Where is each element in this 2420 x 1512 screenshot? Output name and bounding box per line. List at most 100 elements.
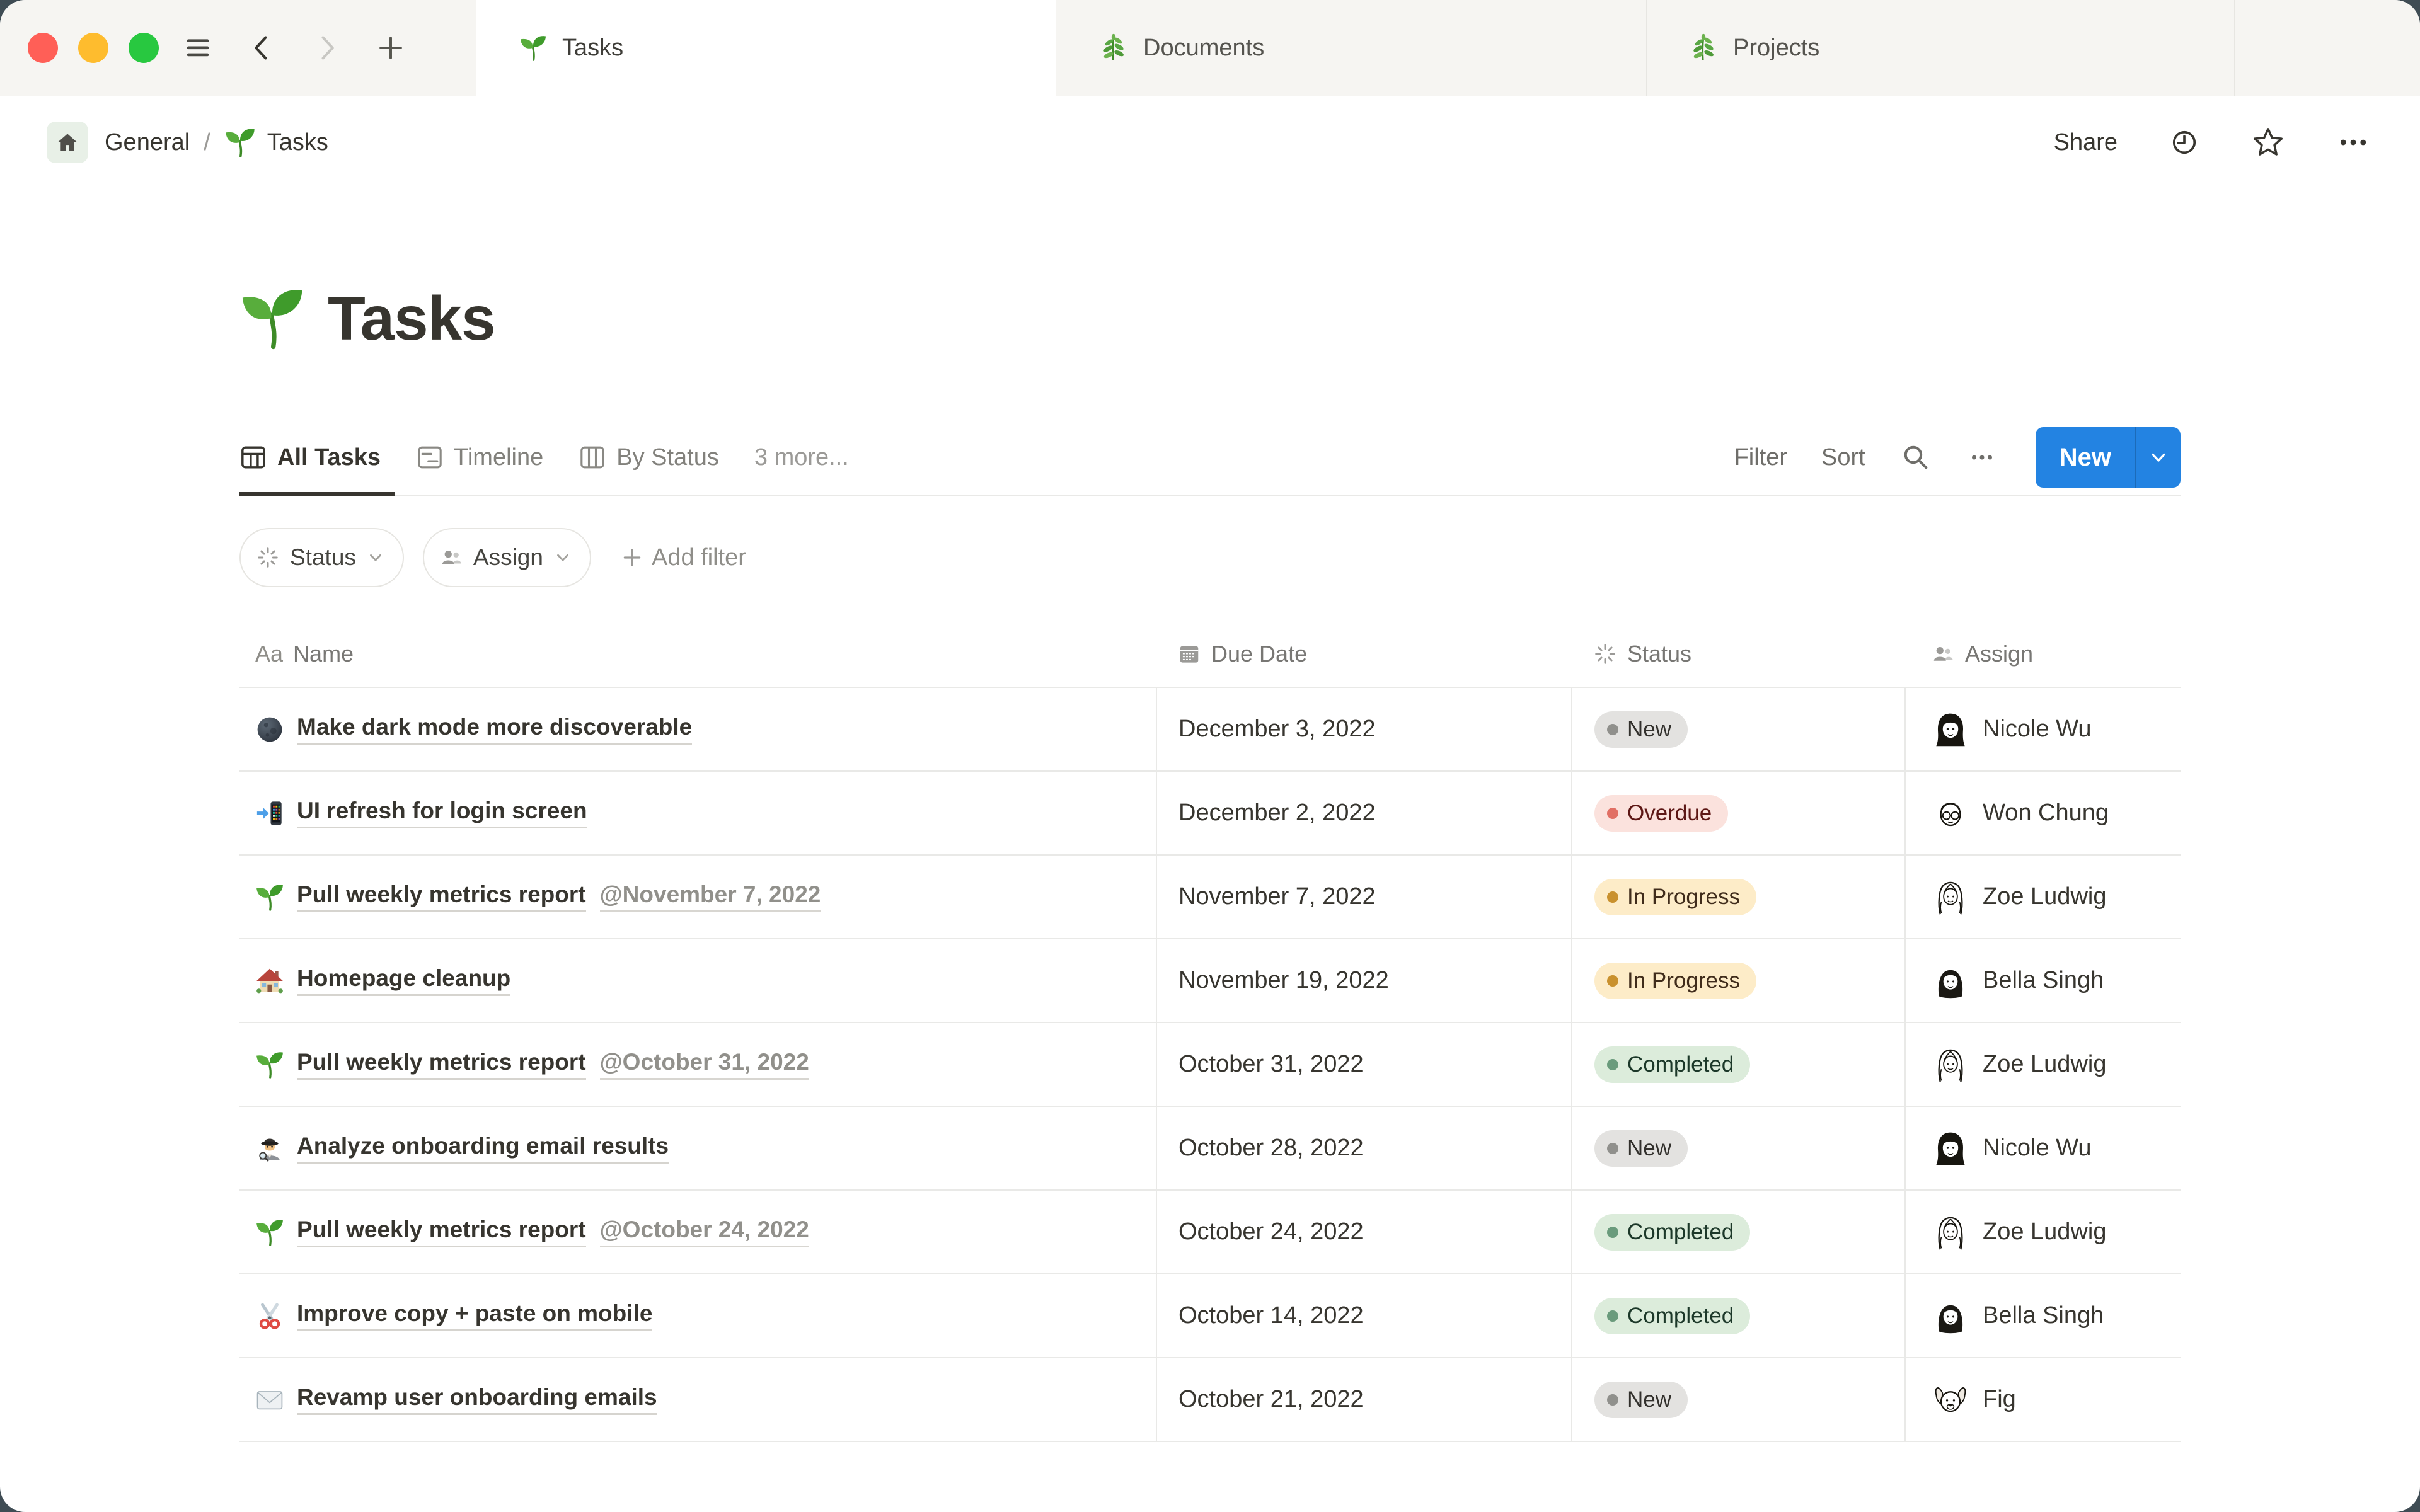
tab-tasks[interactable]: Tasks	[476, 0, 1056, 96]
new-tab-icon[interactable]	[374, 32, 407, 64]
assignee-cell[interactable]: Bella Singh	[1904, 939, 2181, 1022]
history-clock-icon[interactable]	[2168, 126, 2201, 159]
zoom-window-button[interactable]	[129, 33, 159, 63]
sidebar-menu-icon[interactable]	[182, 32, 214, 64]
add-filter-button[interactable]: Add filter	[621, 544, 746, 571]
seedling-emoji	[519, 34, 547, 62]
tab-documents[interactable]: Documents	[1056, 0, 1646, 96]
seedling-emoji	[255, 883, 284, 912]
view-tab-by-status[interactable]: By Status	[561, 420, 737, 495]
status-dot	[1607, 723, 1618, 735]
page-title[interactable]: Tasks	[328, 283, 496, 354]
column-header-status[interactable]: Status	[1571, 641, 1904, 667]
share-button[interactable]: Share	[2054, 129, 2118, 156]
due-date-cell[interactable]: November 19, 2022	[1156, 939, 1571, 1022]
avatar	[1932, 879, 1969, 915]
forward-icon[interactable]	[310, 32, 343, 64]
filter-button[interactable]: Filter	[1734, 444, 1787, 471]
task-name-cell[interactable]: Make dark mode more discoverable	[239, 688, 1156, 770]
status-cell[interactable]: New	[1571, 688, 1904, 770]
status-badge: New	[1594, 1130, 1688, 1167]
column-header-due-date[interactable]: Due Date	[1156, 641, 1571, 667]
status-cell[interactable]: In Progress	[1571, 856, 1904, 938]
task-name-cell[interactable]: Pull weekly metrics report @October 24, 2…	[239, 1191, 1156, 1273]
sort-button[interactable]: Sort	[1821, 444, 1865, 471]
status-cell[interactable]: Completed	[1571, 1274, 1904, 1357]
board-view-icon	[580, 446, 604, 469]
status-cell[interactable]: Overdue	[1571, 772, 1904, 854]
window-tab-bar: Tasks Documents Projects	[0, 0, 2420, 96]
due-date-cell[interactable]: November 7, 2022	[1156, 856, 1571, 938]
assign-filter-chip[interactable]: Assign	[422, 528, 591, 587]
status-cell[interactable]: New	[1571, 1358, 1904, 1441]
mobile-phone-arrow-emoji	[255, 799, 284, 828]
view-tab-timeline[interactable]: Timeline	[398, 420, 561, 495]
search-icon[interactable]	[1899, 441, 1932, 474]
view-options-icon[interactable]	[1966, 442, 1998, 473]
avatar	[1932, 1214, 1969, 1251]
task-name-cell[interactable]: Homepage cleanup	[239, 939, 1156, 1022]
avatar	[1932, 1298, 1969, 1334]
new-button[interactable]: New	[2036, 427, 2135, 488]
task-name-cell[interactable]: Pull weekly metrics report @October 31, 2…	[239, 1023, 1156, 1106]
favorite-star-icon[interactable]	[2251, 125, 2285, 159]
breadcrumb-current[interactable]: Tasks	[224, 127, 328, 158]
seedling-emoji[interactable]	[239, 285, 305, 351]
view-tab-all-tasks[interactable]: All Tasks	[239, 420, 398, 496]
status-cell[interactable]: Completed	[1571, 1023, 1904, 1106]
table-row: Analyze onboarding email results October…	[239, 1107, 2181, 1191]
more-options-icon[interactable]	[2336, 125, 2371, 160]
due-date-cell[interactable]: October 14, 2022	[1156, 1274, 1571, 1357]
status-badge: Completed	[1594, 1297, 1751, 1334]
status-badge: Completed	[1594, 1213, 1751, 1251]
assignee-cell[interactable]: Zoe Ludwig	[1904, 1191, 2181, 1273]
tab-divider	[1646, 0, 1647, 96]
breadcrumb-root[interactable]: General	[105, 129, 190, 156]
tab-label: Projects	[1733, 34, 1820, 61]
assignee-cell[interactable]: Zoe Ludwig	[1904, 1023, 2181, 1106]
due-date-cell[interactable]: October 24, 2022	[1156, 1191, 1571, 1273]
back-icon[interactable]	[246, 32, 279, 64]
more-views-button[interactable]: 3 more...	[737, 444, 867, 471]
task-name-cell[interactable]: Improve copy + paste on mobile	[239, 1274, 1156, 1357]
status-cell[interactable]: New	[1571, 1107, 1904, 1189]
status-badge: In Progress	[1594, 878, 1756, 915]
notion-window: Tasks Documents Projects General / Tasks…	[0, 0, 2420, 1512]
close-window-button[interactable]	[28, 33, 58, 63]
column-header-assign[interactable]: Assign	[1904, 641, 2181, 667]
tab-projects[interactable]: Projects	[1646, 0, 2234, 96]
due-date-cell[interactable]: October 31, 2022	[1156, 1023, 1571, 1106]
assignee-cell[interactable]: Fig	[1904, 1358, 2181, 1441]
status-cell[interactable]: In Progress	[1571, 939, 1904, 1022]
status-cell[interactable]: Completed	[1571, 1191, 1904, 1273]
status-filter-chip[interactable]: Status	[239, 528, 404, 587]
tab-label: Documents	[1143, 34, 1265, 61]
column-header-name[interactable]: Aa Name	[239, 641, 1156, 667]
table-row: Pull weekly metrics report @November 7, 2…	[239, 856, 2181, 939]
task-name-cell[interactable]: UI refresh for login screen	[239, 772, 1156, 854]
assignee-cell[interactable]: Nicole Wu	[1904, 688, 2181, 770]
assignee-cell[interactable]: Nicole Wu	[1904, 1107, 2181, 1189]
home-breadcrumb-button[interactable]	[47, 122, 88, 163]
assignee-cell[interactable]: Won Chung	[1904, 772, 2181, 854]
new-dropdown-button[interactable]	[2136, 427, 2181, 488]
plus-icon	[623, 549, 641, 566]
table-row: UI refresh for login screen December 2, …	[239, 772, 2181, 856]
avatar	[1932, 711, 1969, 748]
date-mention: @November 7, 2022	[599, 881, 821, 912]
due-date-cell[interactable]: October 28, 2022	[1156, 1107, 1571, 1189]
due-date-cell[interactable]: October 21, 2022	[1156, 1358, 1571, 1441]
due-date-cell[interactable]: December 2, 2022	[1156, 772, 1571, 854]
avatar	[1932, 963, 1969, 999]
assignee-cell[interactable]: Bella Singh	[1904, 1274, 2181, 1357]
minimize-window-button[interactable]	[78, 33, 108, 63]
chevron-down-icon	[2147, 446, 2170, 469]
task-name-cell[interactable]: Analyze onboarding email results	[239, 1107, 1156, 1189]
home-icon	[55, 130, 79, 154]
task-name-cell[interactable]: Pull weekly metrics report @November 7, 2…	[239, 856, 1156, 938]
status-badge: New	[1594, 1381, 1688, 1418]
assignee-cell[interactable]: Zoe Ludwig	[1904, 856, 2181, 938]
due-date-cell[interactable]: December 3, 2022	[1156, 688, 1571, 770]
task-name-cell[interactable]: Revamp user onboarding emails	[239, 1358, 1156, 1441]
scissors-emoji	[255, 1302, 284, 1331]
